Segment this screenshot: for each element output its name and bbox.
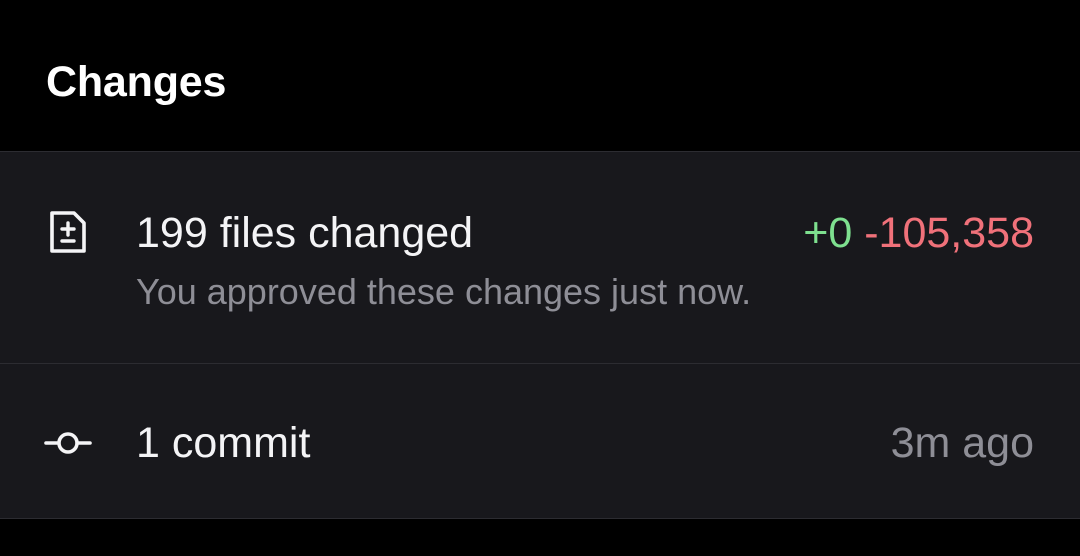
changes-card: 199 files changed You approved these cha… [0, 151, 1080, 519]
deletions-count: -105,358 [864, 209, 1034, 257]
page-header: Changes [0, 0, 1080, 151]
files-changed-label: 199 files changed [136, 209, 474, 257]
commit-timestamp: 3m ago [890, 419, 1034, 467]
diff-stat: +0 -105,358 [803, 207, 1034, 259]
file-diff-icon [50, 211, 86, 253]
commit-count-label: 1 commit [136, 419, 311, 467]
commits-row[interactable]: 1 commit 3m ago [0, 364, 1080, 519]
page-title: Changes [46, 58, 227, 106]
page-footer-background [0, 519, 1080, 556]
approval-status-text: You approved these changes just now. [136, 271, 752, 312]
git-commit-icon [44, 432, 92, 454]
files-changed-row[interactable]: 199 files changed You approved these cha… [0, 152, 1080, 364]
additions-count: +0 [803, 209, 853, 257]
